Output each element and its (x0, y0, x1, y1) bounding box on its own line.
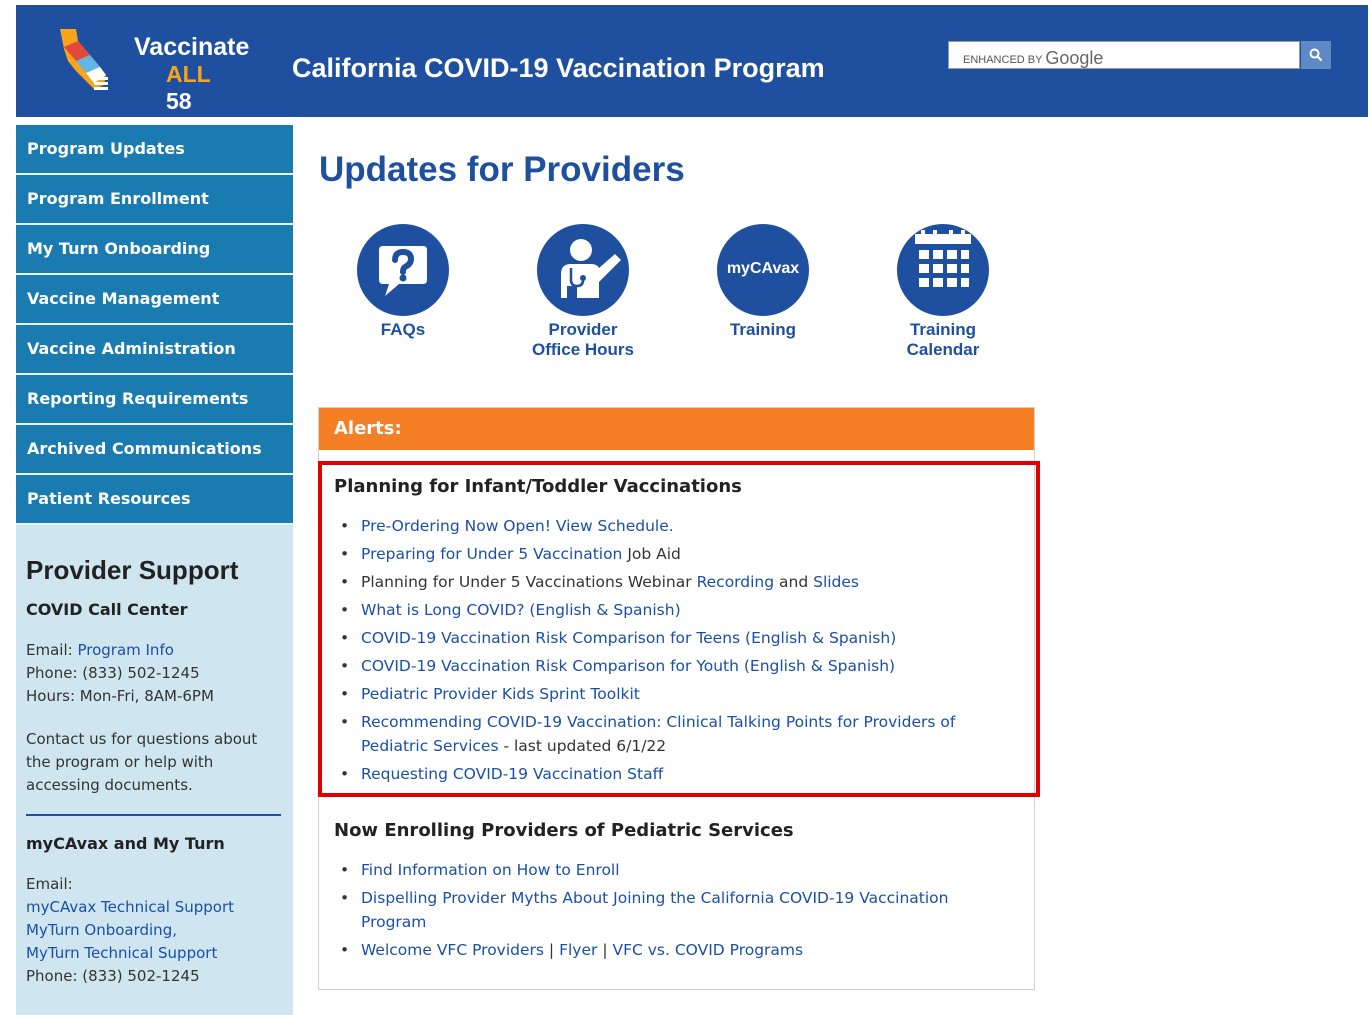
pediatric-enrollment-list: Find Information on How to Enroll Dispel… (338, 858, 1018, 966)
training-calendar-label: Training Calendar (873, 320, 1013, 360)
mycavax-technical-support-link[interactable]: myCAvax Technical Support (26, 898, 234, 916)
how-to-enroll-link[interactable]: Find Information on How to Enroll (361, 861, 620, 879)
hours-text: Hours: Mon-Fri, 8AM-6PM (26, 687, 214, 705)
call-center-contact: Email: Program Info Phone: (833) 502-124… (26, 639, 283, 708)
logo-text-all: ALL (166, 61, 211, 87)
dispelling-myths-link[interactable]: Dispelling Provider Myths About Joining … (361, 889, 949, 931)
nav-item-vaccine-administration[interactable]: Vaccine Administration (16, 325, 293, 375)
covid-call-center-heading: COVID Call Center (26, 600, 188, 619)
myturn-onboarding-link[interactable]: MyTurn Onboarding, (26, 921, 177, 939)
provider-support-panel: Provider Support COVID Call Center Email… (16, 525, 293, 988)
sidebar: Program Updates Program Enrollment My Tu… (16, 125, 293, 1015)
california-map-icon (60, 29, 108, 90)
search-icon (1309, 48, 1323, 62)
doctor-icon-circle (537, 224, 629, 316)
label-calendar: Calendar (906, 340, 980, 359)
nav-item-archived-communications[interactable]: Archived Communications (16, 425, 293, 475)
pediatric-enrollment-section-title: Now Enrolling Providers of Pediatric Ser… (334, 820, 794, 841)
vaccinate-all-58-logo[interactable]: Vaccinate ALL 58 (54, 27, 249, 114)
site-title[interactable]: California COVID-19 Vaccination Program (292, 53, 825, 84)
faqs-label: FAQs (380, 320, 426, 339)
training-calendar-link[interactable]: Training Calendar (873, 224, 1013, 360)
mycavax-contact: Email: myCAvax Technical Support MyTurn … (26, 873, 283, 988)
logo-text-vaccinate: Vaccinate (134, 33, 250, 61)
site-header: Vaccinate ALL 58 California COVID-19 Vac… (16, 5, 1368, 117)
divider (26, 814, 281, 816)
list-item: Dispelling Provider Myths About Joining … (338, 886, 1018, 934)
provider-office-hours-label: Provider Office Hours (513, 320, 653, 360)
email-label-2: Email: (26, 875, 73, 893)
welcome-vfc-link[interactable]: Welcome VFC Providers (361, 941, 544, 959)
search-button[interactable] (1301, 41, 1331, 69)
list-item: Welcome VFC Providers | Flyer | VFC vs. … (338, 938, 1018, 962)
logo-text-all-58: ALL 58 (166, 61, 234, 115)
mycavax-icon-text: myCAvax (726, 260, 800, 277)
faqs-link[interactable]: FAQs (333, 224, 473, 340)
nav-item-program-enrollment[interactable]: Program Enrollment (16, 175, 293, 225)
email-label: Email: (26, 641, 73, 659)
nav-item-my-turn-onboarding[interactable]: My Turn Onboarding (16, 225, 293, 275)
separator: | (544, 941, 560, 959)
training-link[interactable]: myCAvax Training (693, 224, 833, 340)
google-text: Google (1045, 48, 1104, 68)
faq-icon (357, 224, 449, 316)
phone-text-2: Phone: (833) 502-1245 (26, 967, 200, 985)
mycavax-icon: myCAvax (717, 224, 809, 316)
vfc-vs-covid-link[interactable]: VFC vs. COVID Programs (612, 941, 803, 959)
program-info-link[interactable]: Program Info (77, 641, 173, 659)
nav-item-program-updates[interactable]: Program Updates (16, 125, 293, 175)
page-title: Updates for Providers (319, 150, 685, 189)
alerts-header: Alerts: (319, 408, 1034, 450)
enhanced-by-text: ENHANCED BY (963, 54, 1043, 66)
myturn-technical-support-link[interactable]: MyTurn Technical Support (26, 944, 217, 962)
nav-item-vaccine-management[interactable]: Vaccine Management (16, 275, 293, 325)
calendar-icon-circle (897, 224, 989, 316)
nav-item-reporting-requirements[interactable]: Reporting Requirements (16, 375, 293, 425)
training-label: Training (729, 320, 797, 339)
separator: | (597, 941, 613, 959)
highlight-box (318, 461, 1040, 797)
logo-text-58: 58 (166, 88, 192, 114)
list-item: Find Information on How to Enroll (338, 858, 1018, 882)
provider-support-title: Provider Support (26, 555, 239, 585)
phone-text: Phone: (833) 502-1245 (26, 664, 200, 682)
nav-item-patient-resources[interactable]: Patient Resources (16, 475, 293, 525)
contact-text: Contact us for questions about the progr… (26, 730, 258, 794)
provider-office-hours-link[interactable]: Provider Office Hours (513, 224, 653, 360)
calendar-icon (915, 230, 971, 287)
label-training: Training (909, 320, 977, 339)
label-office-hours: Office Hours (531, 340, 635, 359)
search-input[interactable]: ENHANCED BY Google (948, 41, 1300, 69)
search-brand-label: ENHANCED BY Google (963, 47, 1103, 68)
flyer-link[interactable]: Flyer (559, 941, 597, 959)
label-provider: Provider (548, 320, 618, 339)
doctor-icon (561, 239, 621, 298)
question-bubble-icon (379, 246, 427, 296)
mycavax-myturn-heading: myCAvax and My Turn (26, 834, 225, 853)
